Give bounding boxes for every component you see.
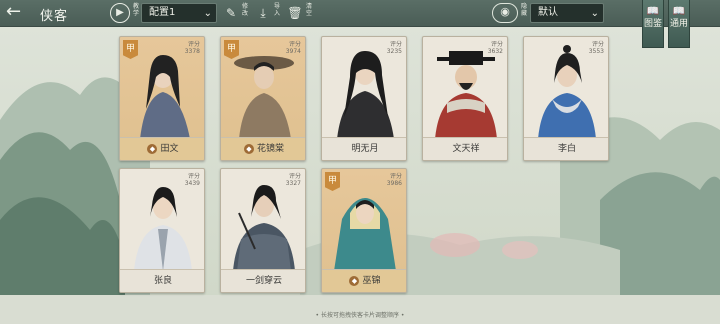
tab-collection[interactable]: 📖 图鉴 — [642, 0, 664, 48]
grade-badge: 甲 — [325, 172, 340, 191]
hero-name: 文天祥 — [452, 144, 480, 154]
hero-name: 张良 — [153, 276, 172, 286]
power-score: 评分 3986 — [386, 173, 402, 187]
hero-card[interactable]: 评分 3632 文天祥 — [422, 36, 508, 161]
play-icon: ▶ — [116, 7, 124, 18]
clear-button[interactable]: 🗑 — [286, 4, 304, 22]
hero-name-bar: ◆ 巫锦 — [322, 269, 406, 292]
drag-hint: • 长按可拖拽侠客卡片调整顺序 • — [315, 312, 405, 319]
power-score: 评分 3974 — [285, 41, 301, 55]
hero-name-bar: 一剑穿云 — [221, 269, 305, 292]
hero-name: 一剑穿云 — [245, 276, 282, 286]
hero-name-bar: ◆ 花镜棠 — [221, 137, 305, 160]
hero-name-bar: 李白 — [524, 137, 608, 160]
power-score: 评分 3378 — [184, 41, 200, 55]
power-score: 评分 3439 — [184, 173, 200, 187]
top-bar: ← 侠客 ▶ 教学 配置1 ⌄ ✎ 修改 ⤓ 导入 🗑 清空 ◉ 隐藏 默认 ⌄ — [0, 0, 720, 27]
eye-icon: ◉ — [500, 5, 510, 18]
book-icon: 📖 — [672, 6, 686, 17]
page-title: 侠客 — [40, 9, 69, 24]
hero-name: 巫锦 — [362, 276, 381, 286]
chevron-down-icon: ⌄ — [590, 8, 599, 19]
hero-name: 明无月 — [351, 144, 379, 154]
hero-name-bar: 文天祥 — [423, 137, 507, 160]
hero-name-bar: 张良 — [120, 269, 204, 292]
book-icon: 📖 — [646, 6, 660, 17]
grade-badge: 甲 — [123, 40, 138, 59]
sort-dropdown[interactable]: 默认 ⌄ — [530, 3, 604, 23]
sect-emblem-icon: ◆ — [147, 144, 158, 154]
hero-card[interactable]: 甲 评分 3974 ◆ 花镜棠 — [220, 36, 306, 161]
hero-name-bar: 明无月 — [322, 137, 406, 160]
view-caption: 隐藏 — [520, 3, 527, 17]
trash-icon: 🗑 — [287, 6, 303, 20]
clear-caption: 清空 — [305, 3, 312, 17]
hero-name-bar: ◆ 田文 — [120, 137, 204, 160]
import-button[interactable]: ⤓ — [254, 4, 272, 22]
sect-emblem-icon: ◆ — [243, 144, 254, 154]
power-score: 评分 3632 — [487, 41, 503, 55]
power-score: 评分 3553 — [588, 41, 604, 55]
hero-card[interactable]: 评分 3235 明无月 — [321, 36, 407, 161]
back-arrow-icon[interactable]: ← — [6, 3, 34, 22]
hero-name: 花镜棠 — [256, 144, 284, 154]
hero-card[interactable]: 评分 3327 一剑穿云 — [220, 168, 306, 293]
play-tutorial-button[interactable]: ▶ — [110, 3, 130, 23]
download-icon: ⤓ — [260, 6, 266, 20]
tab-collection-label: 图鉴 — [643, 19, 662, 29]
toggle-view-button[interactable]: ◉ — [492, 3, 518, 23]
import-caption: 导入 — [273, 3, 280, 17]
tutorial-caption: 教学 — [132, 3, 139, 17]
preset-value: 配置1 — [149, 7, 176, 18]
edit-caption: 修改 — [241, 3, 248, 17]
chevron-down-icon: ⌄ — [203, 8, 212, 19]
hero-card[interactable]: 评分 3553 李白 — [523, 36, 609, 161]
hero-name: 李白 — [557, 144, 576, 154]
sort-value: 默认 — [538, 7, 558, 18]
hero-card[interactable]: 甲 评分 3378 ◆ 田文 — [119, 36, 205, 161]
edit-button[interactable]: ✎ — [222, 4, 240, 22]
power-score: 评分 3235 — [386, 41, 402, 55]
sect-emblem-icon: ◆ — [349, 276, 360, 286]
hero-name: 田文 — [160, 144, 179, 154]
hero-card[interactable]: 评分 3439 张良 — [119, 168, 205, 293]
hero-card[interactable]: 甲 评分 3986 ◆ 巫锦 — [321, 168, 407, 293]
grade-badge: 甲 — [224, 40, 239, 59]
power-score: 评分 3327 — [285, 173, 301, 187]
tab-general[interactable]: 📖 通用 — [668, 0, 690, 48]
tab-general-label: 通用 — [669, 19, 688, 29]
preset-dropdown[interactable]: 配置1 ⌄ — [141, 3, 217, 23]
pencil-icon: ✎ — [225, 6, 237, 20]
